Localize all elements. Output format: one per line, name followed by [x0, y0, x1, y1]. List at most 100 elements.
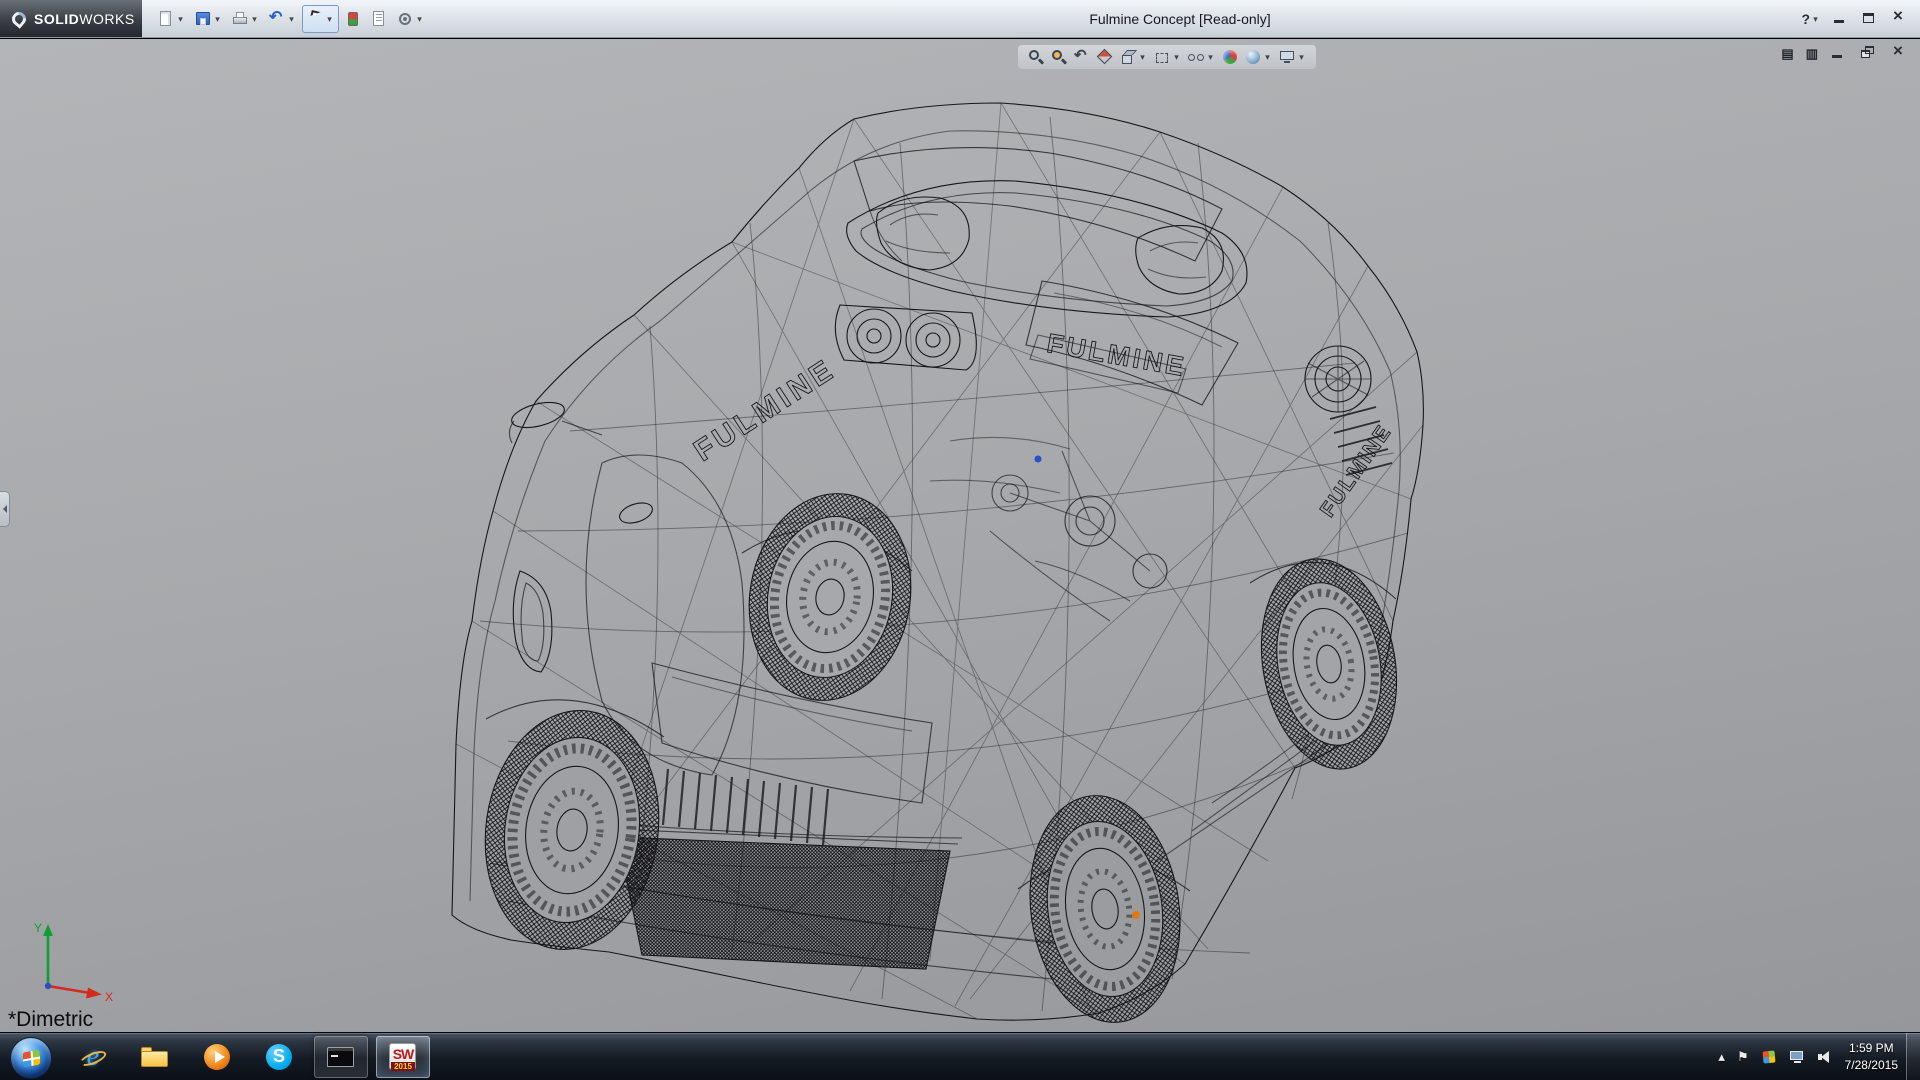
help-button[interactable]: ?	[1799, 10, 1823, 28]
win-max-icon	[1861, 10, 1879, 28]
dropdown-arrow[interactable]	[212, 10, 223, 28]
brand-text: SOLIDWORKS	[34, 11, 135, 27]
taskbar: e S	[0, 1032, 1920, 1080]
select-icon	[306, 10, 324, 28]
zoom-to-area-button[interactable]	[1049, 48, 1069, 66]
zoom-area-icon	[1050, 48, 1068, 66]
triad-y-arrowhead	[43, 924, 53, 936]
close-document-button[interactable]	[1888, 45, 1910, 63]
new-document-button[interactable]	[154, 5, 189, 33]
dropdown-arrow[interactable]	[1205, 48, 1216, 66]
rebuild-icon	[344, 10, 362, 28]
skype-button[interactable]: S	[252, 1036, 306, 1078]
media-player-button[interactable]	[190, 1036, 244, 1078]
show-display-pane-button[interactable]: ▥	[1804, 46, 1820, 62]
triad-z-origin	[45, 983, 51, 989]
minimize-document-button[interactable]	[1828, 45, 1850, 63]
car-decal-right: FULMINE	[1316, 420, 1396, 521]
dropdown-arrow[interactable]	[1262, 48, 1273, 66]
solidworks-window: SOLIDWORKS	[0, 0, 1920, 1080]
view-settings-button[interactable]	[1277, 48, 1308, 66]
options-button[interactable]	[393, 5, 428, 33]
triad-x-label: X	[105, 990, 113, 1004]
display-style-icon	[1153, 48, 1171, 66]
select-button[interactable]	[302, 5, 339, 33]
show-desktop-button[interactable]	[1906, 1033, 1920, 1080]
win-restore-icon	[1860, 45, 1878, 63]
action-center-button[interactable]: ⚑	[1737, 1049, 1749, 1065]
win-min-icon	[1832, 10, 1850, 28]
rebuild-button[interactable]	[341, 5, 365, 33]
orientation-triad: Y X	[26, 914, 118, 1006]
apply-scene-button[interactable]	[1243, 48, 1274, 66]
dropdown-arrow[interactable]	[1137, 48, 1148, 66]
car-decal-left: FULMINE	[688, 352, 841, 468]
win-min-icon	[1830, 45, 1848, 63]
new-document-icon	[157, 10, 175, 28]
clock-time: 1:59 PM	[1845, 1040, 1898, 1056]
show-featuremanager-pane-button[interactable]: ▤	[1779, 46, 1795, 62]
dropdown-arrow[interactable]	[1171, 48, 1182, 66]
internet-explorer-button[interactable]: e	[66, 1036, 120, 1078]
main-toolbar	[154, 5, 428, 33]
titlebar-controls: ?	[1799, 0, 1910, 38]
view-orientation-icon	[1119, 48, 1137, 66]
solidworks-logo: SOLIDWORKS	[0, 0, 142, 37]
window-title: Fulmine Concept [Read-only]	[1089, 0, 1270, 38]
options-icon	[396, 10, 414, 28]
tray-expand-button[interactable]: ▴	[1718, 1049, 1725, 1065]
dropdown-arrow[interactable]	[414, 10, 425, 28]
maximize-window-button[interactable]	[1859, 10, 1881, 28]
dropdown-arrow[interactable]	[1810, 10, 1821, 28]
edit-appearance-button[interactable]	[1220, 48, 1240, 66]
file-properties-button[interactable]	[367, 5, 391, 33]
wmp-icon	[201, 1041, 233, 1073]
previous-view-button[interactable]	[1072, 48, 1092, 66]
solidworks-button[interactable]: SW 2015	[376, 1036, 430, 1078]
undo-button[interactable]	[265, 5, 300, 33]
display-tray-icon[interactable]	[1789, 1049, 1805, 1065]
sketch-point-orange	[1132, 911, 1140, 919]
volume-tray-icon[interactable]	[1817, 1049, 1833, 1065]
skype-icon: S	[263, 1041, 295, 1073]
cmd-icon	[325, 1041, 357, 1073]
clock-date: 7/28/2015	[1845, 1057, 1898, 1073]
dropdown-arrow[interactable]	[1296, 48, 1307, 66]
hide-show-icon	[1187, 48, 1205, 66]
win-close-icon	[1890, 10, 1908, 28]
taskbar-clock[interactable]: 1:59 PM 7/28/2015	[1845, 1040, 1898, 1072]
zoom-to-fit-button[interactable]	[1026, 48, 1046, 66]
dropdown-arrow[interactable]	[286, 10, 297, 28]
win-close-icon	[1890, 45, 1908, 63]
section-view-button[interactable]	[1095, 48, 1115, 66]
display-style-button[interactable]	[1152, 48, 1183, 66]
close-window-button[interactable]	[1888, 10, 1910, 28]
dropdown-arrow[interactable]	[324, 10, 335, 28]
wheel-rear-right	[1246, 548, 1413, 780]
title-bar: SOLIDWORKS	[0, 0, 1920, 38]
windows-update-tray-icon[interactable]	[1761, 1049, 1777, 1065]
dropdown-arrow[interactable]	[249, 10, 260, 28]
wireframe-car-model: FULMINE FULMINE FULMINE	[450, 101, 1440, 1032]
sketch-point-blue	[1035, 456, 1042, 463]
minimize-window-button[interactable]	[1830, 10, 1852, 28]
view-orientation-button[interactable]	[1118, 48, 1149, 66]
previous-view-icon	[1073, 48, 1091, 66]
featuremanager-collapse-tab[interactable]	[0, 491, 10, 527]
scene-icon	[1244, 48, 1262, 66]
save-icon	[194, 10, 212, 28]
save-button[interactable]	[191, 5, 226, 33]
restore-document-button[interactable]	[1858, 45, 1880, 63]
dropdown-arrow[interactable]	[175, 10, 186, 28]
start-button[interactable]	[10, 1037, 52, 1079]
graphics-viewport[interactable]: ▤ ▥	[0, 39, 1920, 1032]
volume-icon	[1817, 1049, 1833, 1065]
zoom-fit-icon	[1027, 48, 1045, 66]
display-icon	[1789, 1049, 1805, 1065]
car-decal-top: FULMINE	[1045, 328, 1189, 382]
command-prompt-button[interactable]	[314, 1036, 368, 1078]
print-button[interactable]	[228, 5, 263, 33]
hide-show-items-button[interactable]	[1186, 48, 1217, 66]
ie-icon: e	[77, 1041, 109, 1073]
windows-explorer-button[interactable]	[128, 1036, 182, 1078]
